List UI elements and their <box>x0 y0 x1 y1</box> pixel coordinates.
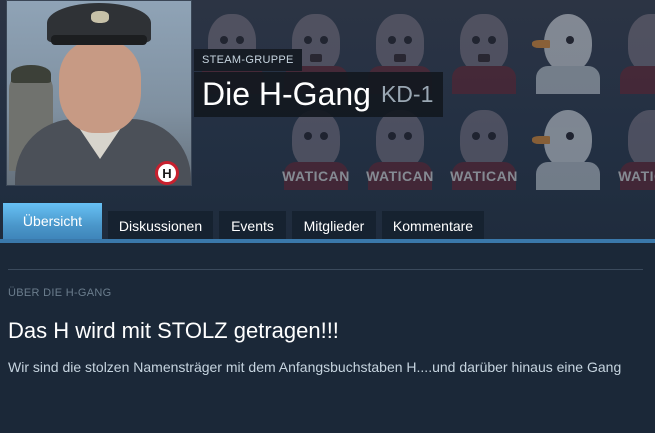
background-tile <box>442 0 526 96</box>
group-abbreviation: KD-1 <box>380 81 434 107</box>
background-tile <box>610 0 655 96</box>
tab-comments[interactable]: Kommentare <box>382 211 484 241</box>
about-description: Wir sind die stolzen Namensträger mit de… <box>8 359 622 375</box>
tab-events[interactable]: Events <box>219 211 286 241</box>
section-divider <box>8 269 643 270</box>
group-title: Die H-Gang KD-1 <box>194 72 444 117</box>
group-name: Die H-Gang <box>202 76 371 112</box>
about-section-label: ÜBER DIE H-GANG <box>8 287 112 299</box>
watermark-text: WATICAN <box>450 168 518 184</box>
tab-discussions[interactable]: Diskussionen <box>108 211 213 241</box>
group-avatar: H <box>6 0 192 186</box>
overview-content: ÜBER DIE H-GANG Das H wird mit STOLZ get… <box>0 243 655 433</box>
background-tile: WATICAN <box>442 96 526 192</box>
tab-members[interactable]: Mitglieder <box>292 211 376 241</box>
group-type-tag: STEAM-GRUPPE <box>194 49 302 71</box>
h-badge-icon: H <box>155 161 179 185</box>
group-tabs: Übersicht Diskussionen Events Mitglieder… <box>0 202 655 243</box>
background-tile: WATICAN <box>610 96 655 192</box>
watermark-text: WATICAN <box>618 168 655 184</box>
background-tile-goose <box>526 0 610 96</box>
watermark-text: WATICAN <box>282 168 350 184</box>
about-headline: Das H wird mit STOLZ getragen!!! <box>8 318 339 343</box>
tab-overview[interactable]: Übersicht <box>3 203 102 241</box>
watermark-text: WATICAN <box>366 168 434 184</box>
background-tile-goose <box>526 96 610 192</box>
